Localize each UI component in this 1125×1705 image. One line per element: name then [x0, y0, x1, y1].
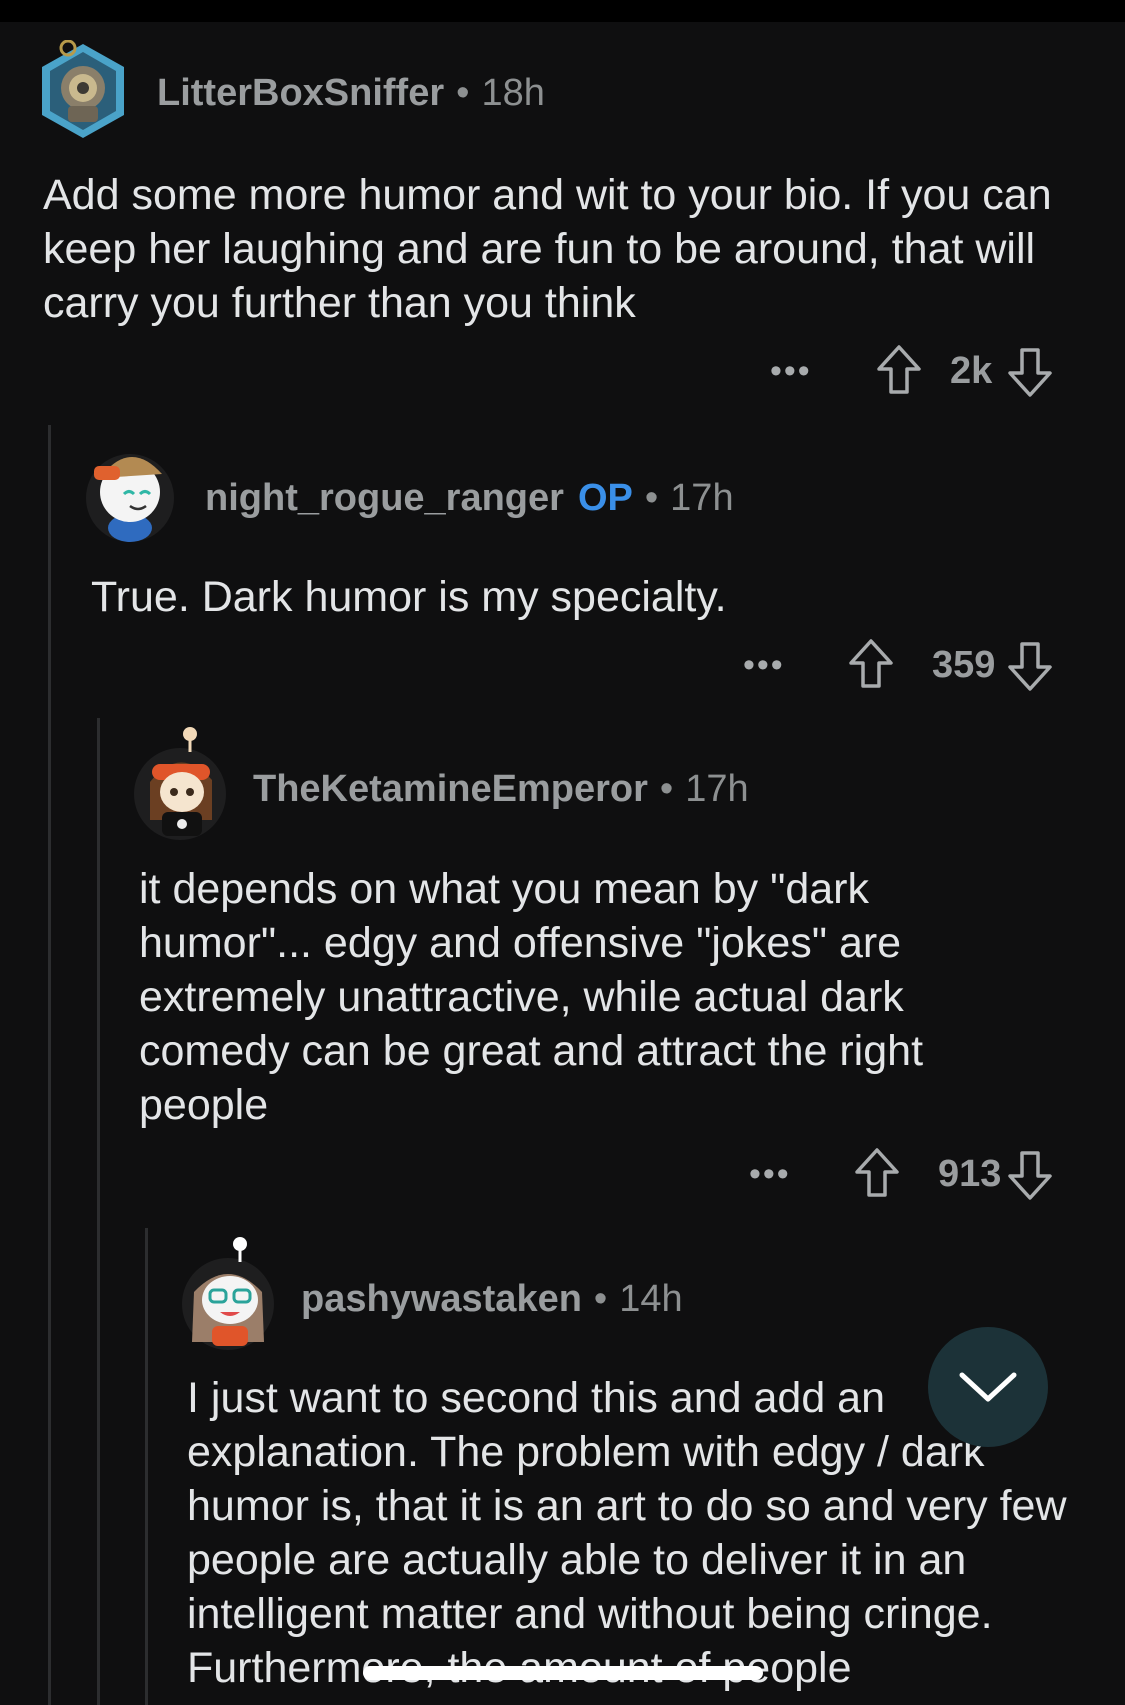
upvote-arrow-icon [877, 345, 921, 394]
home-indicator[interactable] [363, 1666, 763, 1680]
thread-line[interactable] [97, 718, 100, 1705]
timestamp: 17h [670, 477, 734, 519]
downvote-button[interactable] [1007, 640, 1053, 692]
username[interactable]: night_rogue_ranger [205, 477, 564, 520]
downvote-arrow-icon [1008, 642, 1052, 691]
upvote-button[interactable] [854, 1147, 900, 1199]
avatar-image [134, 727, 226, 840]
comment-meta: pashywastaken • 14h [301, 1278, 683, 1321]
avatar[interactable] [38, 39, 128, 140]
timestamp: 18h [481, 72, 545, 114]
op-badge: OP [577, 477, 633, 519]
comment-meta: TheKetamineEmperor • 17h [253, 768, 749, 811]
separator-dot: • [593, 1278, 608, 1320]
comment-meta: night_rogue_ranger OP • 17h [205, 477, 734, 520]
comment-body: True. Dark humor is my specialty. [91, 573, 727, 621]
upvote-button[interactable] [848, 638, 894, 690]
comment-body: Add some more humor and wit to your bio.… [43, 171, 1052, 327]
upvote-arrow-icon [849, 639, 893, 688]
more-options-button[interactable]: ••• [743, 646, 785, 685]
downvote-arrow-icon [1008, 348, 1052, 397]
username[interactable]: TheKetamineEmperor [253, 768, 648, 811]
separator-dot: • [644, 477, 659, 519]
username[interactable]: pashywastaken [301, 1278, 582, 1321]
comment-body: it depends on what you mean by "dark hum… [139, 865, 924, 1129]
comment-meta: LitterBoxSniffer • 18h [157, 72, 545, 115]
avatar-image [182, 1237, 274, 1350]
username[interactable]: LitterBoxSniffer [157, 72, 444, 115]
more-options-button[interactable]: ••• [749, 1155, 791, 1194]
avatar-image [42, 39, 124, 138]
thread-line[interactable] [48, 425, 51, 1705]
more-options-button[interactable]: ••• [770, 352, 812, 391]
avatar[interactable] [84, 432, 176, 544]
timestamp: 14h [619, 1278, 683, 1320]
avatar[interactable] [180, 1234, 276, 1352]
next-comment-button[interactable] [928, 1327, 1048, 1447]
vote-count: 2k [950, 350, 993, 392]
avatar[interactable] [132, 724, 228, 842]
separator-dot: • [659, 768, 674, 810]
downvote-button[interactable] [1007, 1149, 1053, 1201]
downvote-button[interactable] [1007, 346, 1053, 398]
comment-body: I just want to second this and add an ex… [187, 1374, 1067, 1692]
avatar-image [86, 454, 174, 542]
separator-dot: • [456, 72, 470, 114]
downvote-arrow-icon [1008, 1151, 1052, 1200]
upvote-button[interactable] [876, 344, 922, 396]
vote-count: 913 [938, 1153, 1002, 1195]
upvote-arrow-icon [855, 1148, 899, 1197]
vote-count: 359 [932, 644, 996, 686]
chevron-down-icon [959, 1372, 1017, 1402]
thread-line[interactable] [145, 1228, 148, 1705]
status-bar-strip [0, 0, 1125, 22]
timestamp: 17h [685, 768, 749, 810]
